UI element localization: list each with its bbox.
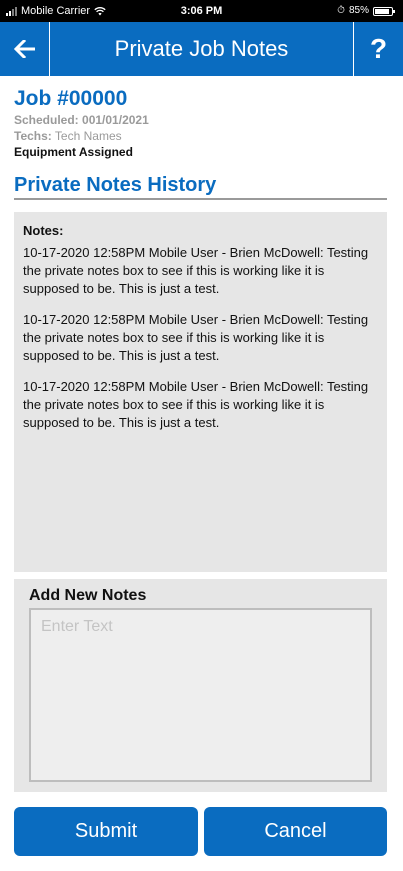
notes-label: Notes:	[23, 223, 64, 238]
app-screen: Mobile Carrier 3:06 PM ⏱ 85% Private Job…	[0, 0, 403, 871]
scheduled-line: Scheduled: 001/01/2021	[14, 112, 394, 128]
page-title: Private Job Notes	[114, 36, 289, 61]
scheduled-label: Scheduled:	[14, 113, 79, 127]
help-button[interactable]: ?	[353, 22, 403, 76]
status-right: ⏱ 85%	[337, 0, 395, 22]
job-info: Job #00000 Scheduled: 001/01/2021 Techs:…	[14, 86, 394, 160]
techs-label: Techs:	[14, 129, 52, 143]
add-notes-panel: Add New Notes	[14, 579, 387, 792]
notes-history-panel: Notes: 10-17-2020 12:58PM Mobile User - …	[14, 212, 387, 572]
back-button[interactable]	[0, 22, 50, 76]
note-entry: 10-17-2020 12:58PM Mobile User - Brien M…	[23, 245, 369, 296]
battery-icon	[373, 6, 395, 16]
job-number: Job #00000	[14, 87, 128, 110]
scheduled-value: 001/01/2021	[82, 113, 149, 127]
alarm-icon: ⏱	[337, 5, 345, 16]
cancel-button[interactable]: Cancel	[204, 807, 387, 856]
submit-button[interactable]: Submit	[14, 807, 198, 856]
battery-percent: 85%	[348, 5, 369, 16]
question-icon: ?	[369, 33, 388, 64]
note-entry: 10-17-2020 12:58PM Mobile User - Brien M…	[23, 379, 369, 430]
notes-history-title: Private Notes History	[14, 172, 387, 200]
app-header: Private Job Notes ?	[0, 22, 403, 76]
equipment-assigned: Equipment Assigned	[14, 145, 133, 159]
techs-value: Tech Names	[54, 129, 122, 143]
add-notes-label: Add New Notes	[29, 587, 147, 604]
new-note-input[interactable]	[29, 608, 372, 782]
note-entry: 10-17-2020 12:58PM Mobile User - Brien M…	[23, 312, 369, 363]
arrow-left-icon	[13, 40, 35, 58]
techs-line: Techs: Tech Names	[14, 128, 394, 144]
status-bar: Mobile Carrier 3:06 PM ⏱ 85%	[0, 0, 403, 22]
